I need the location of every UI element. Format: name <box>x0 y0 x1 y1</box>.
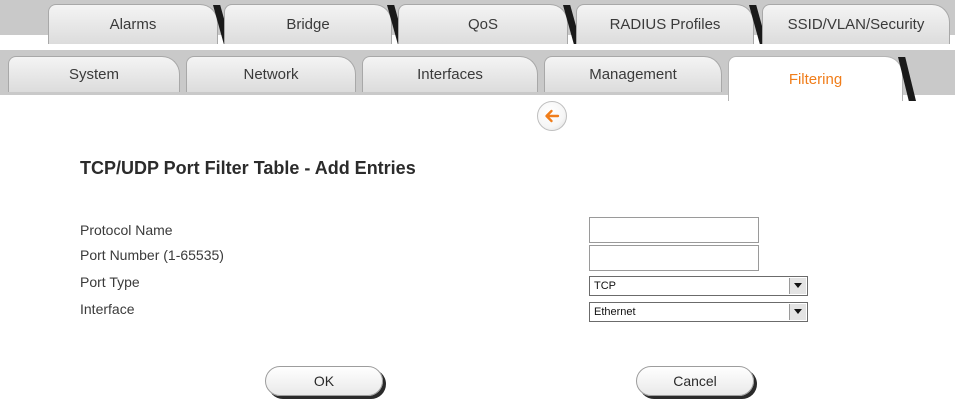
tab-radius-profiles[interactable]: RADIUS Profiles <box>576 4 767 44</box>
tab-interfaces[interactable]: Interfaces <box>362 56 538 92</box>
dropdown-arrow-icon[interactable] <box>789 304 806 320</box>
top-tab-bar: Alarms Bridge QoS RADIUS Profiles SSID/V… <box>0 0 955 44</box>
tab-filtering[interactable]: Filtering <box>728 56 916 101</box>
page-title: TCP/UDP Port Filter Table - Add Entries <box>80 158 416 178</box>
port-number-input[interactable] <box>589 245 759 271</box>
port-number-label: Port Number (1-65535) <box>80 247 224 263</box>
protocol-name-label: Protocol Name <box>80 222 173 238</box>
tab-bridge[interactable]: Bridge <box>224 4 405 44</box>
tab-network[interactable]: Network <box>186 56 356 92</box>
tab-alarms[interactable]: Alarms <box>48 4 231 44</box>
port-type-select[interactable]: TCP <box>589 276 808 296</box>
port-type-label: Port Type <box>80 274 140 290</box>
tab-ssid-vlan-security[interactable]: SSID/VLAN/Security <box>762 4 950 44</box>
interface-label: Interface <box>80 301 135 317</box>
dropdown-arrow-icon[interactable] <box>789 278 806 294</box>
tab-qos[interactable]: QoS <box>398 4 581 44</box>
tab-management[interactable]: Management <box>544 56 722 92</box>
protocol-name-input[interactable] <box>589 217 759 243</box>
left-arrow-icon <box>545 109 560 123</box>
back-button[interactable] <box>537 101 567 131</box>
bottom-tab-bar: System Network Interfaces Management Fil… <box>0 50 955 101</box>
port-type-value: TCP <box>594 280 616 292</box>
interface-select[interactable]: Ethernet <box>589 302 808 322</box>
interface-value: Ethernet <box>594 306 636 318</box>
cancel-button[interactable]: Cancel <box>636 366 754 396</box>
ok-button[interactable]: OK <box>265 366 383 396</box>
tab-system[interactable]: System <box>8 56 180 92</box>
